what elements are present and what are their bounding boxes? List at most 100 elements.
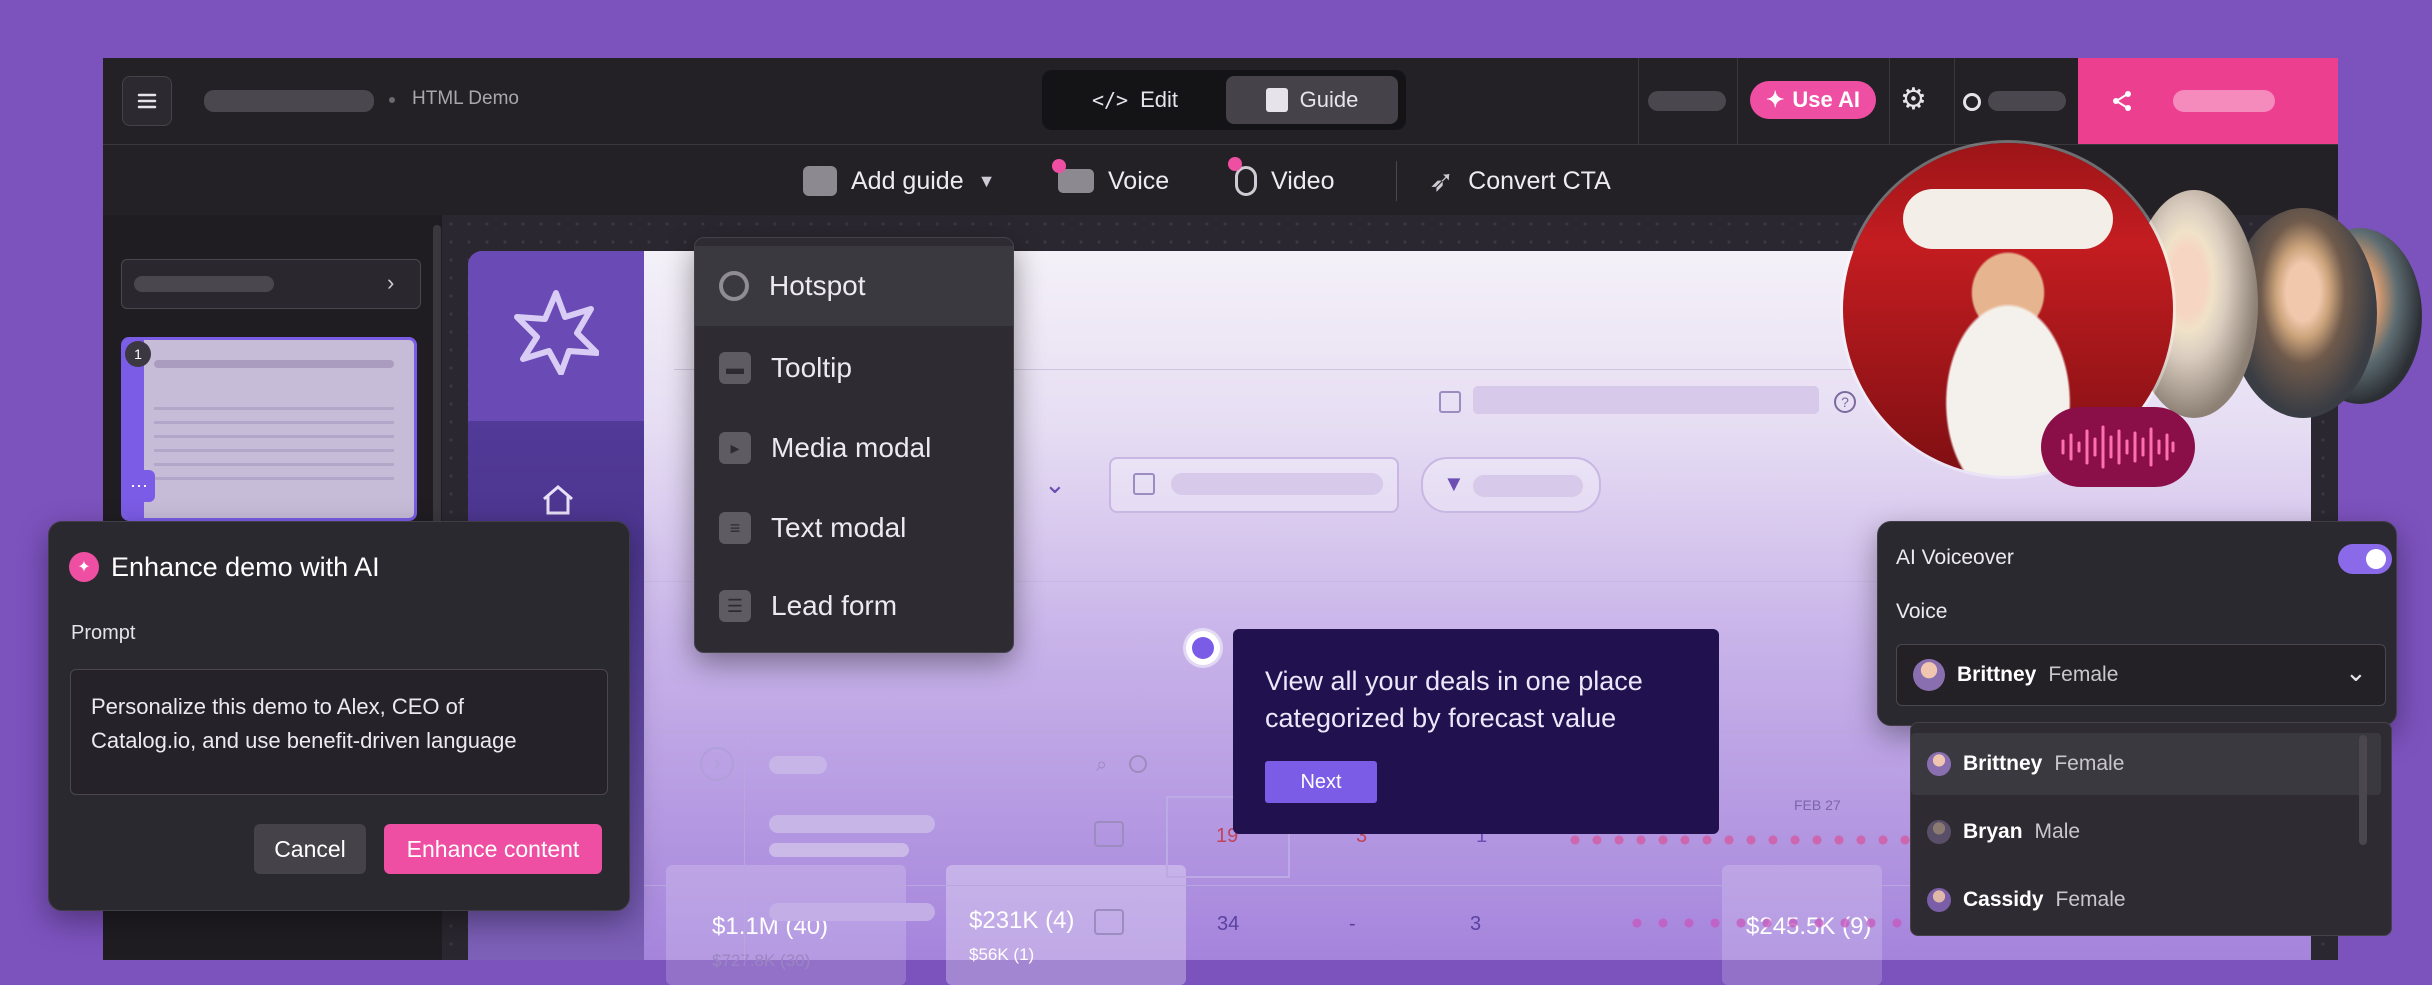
add-guide-button[interactable]: Add guide ▼ — [803, 159, 995, 203]
menu-item-label: Lead form — [771, 590, 898, 621]
gear-icon[interactable]: ⚙ — [1900, 82, 1927, 117]
date-label: FEB 27 — [1794, 797, 1841, 813]
tab-guide-label: Guide — [1299, 87, 1359, 112]
convert-cta-label: Convert CTA — [1468, 166, 1611, 195]
voice-name: Bryan — [1963, 820, 2023, 843]
tab-guide[interactable]: Guide — [1226, 76, 1398, 124]
home-icon[interactable] — [538, 479, 578, 519]
voice-option[interactable]: Cassidy Female — [1911, 869, 2381, 931]
menu-item-media-modal[interactable]: ▸ Media modal — [695, 408, 1013, 488]
help-icon[interactable] — [1129, 755, 1147, 773]
slide-number-badge: 1 — [125, 341, 151, 367]
divider — [1638, 58, 1639, 144]
voice-option[interactable]: Brittney Female — [1911, 733, 2381, 795]
more-options-icon[interactable]: ⋯ — [123, 470, 155, 502]
voice-name: Cassidy — [1963, 888, 2044, 911]
voice-button[interactable]: Voice — [1052, 159, 1169, 203]
hotspot-beacon[interactable] — [1186, 631, 1220, 665]
calendar-icon — [1133, 473, 1155, 495]
app-logo-area — [468, 251, 644, 421]
hat-brim — [1903, 189, 2113, 249]
toggle-knob — [2366, 549, 2386, 569]
menu-item-label: Tooltip — [771, 352, 852, 383]
hotspot-dot — [1192, 637, 1214, 659]
voice-options-list: Brittney Female Bryan Male Cassidy Femal… — [1910, 722, 2392, 936]
preview-placeholder[interactable] — [1988, 91, 2066, 111]
chevron-right-icon: › — [387, 270, 395, 295]
avatar — [1913, 659, 1945, 691]
divider — [1889, 58, 1890, 144]
selected-voice-name: Brittney — [1957, 663, 2037, 686]
filter-placeholder — [1473, 475, 1583, 497]
convert-cta-button[interactable]: ➶ Convert CTA — [1429, 159, 1611, 203]
header-placeholder — [769, 756, 827, 774]
prompt-textarea[interactable]: Personalize this demo to Alex, CEO of Ca… — [70, 669, 608, 795]
share-icon — [2113, 91, 2131, 111]
tab-edit[interactable]: </> Edit — [1048, 76, 1222, 124]
thumbnail-line — [154, 360, 394, 368]
chat-icon — [803, 166, 837, 196]
slide-selector[interactable]: › — [121, 259, 421, 309]
preview-eye-icon[interactable] — [1963, 93, 1981, 111]
voice-gender: Female — [2055, 888, 2126, 911]
voice-option[interactable]: Bryan Male — [1911, 801, 2381, 863]
comment-icon[interactable] — [1094, 909, 1124, 935]
menu-item-text-modal[interactable]: ≡ Text modal — [695, 488, 1013, 568]
use-ai-button[interactable]: ✦ Use AI — [1750, 81, 1876, 119]
demo-title[interactable]: HTML Demo — [412, 88, 519, 110]
guide-icon — [1265, 88, 1288, 112]
guide-tooltip: View all your deals in one place categor… — [1233, 629, 1719, 834]
microphone-icon — [1228, 157, 1257, 196]
menu-button[interactable] — [122, 76, 172, 126]
voice-select[interactable]: Brittney Female ⌄ — [1896, 644, 2386, 706]
list-scrollbar[interactable] — [2359, 735, 2367, 845]
filter-button[interactable]: ▼ — [1421, 457, 1601, 513]
tooltip-text: View all your deals in one place categor… — [1265, 666, 1643, 733]
next-button[interactable]: Next — [1265, 761, 1377, 803]
divider — [1954, 58, 1955, 144]
breadcrumb-placeholder[interactable] — [204, 90, 374, 112]
menu-item-label: Hotspot — [769, 270, 866, 301]
voice-label: Voice — [1896, 600, 1948, 623]
filter-icon: ▼ — [1443, 471, 1465, 496]
voiceover-toggle[interactable] — [2338, 544, 2392, 574]
menu-item-tooltip[interactable]: ▬ Tooltip — [695, 328, 1013, 408]
slide-selector-placeholder — [134, 276, 274, 292]
share-label-placeholder — [2173, 90, 2275, 112]
panel-title: Enhance demo with AI — [111, 552, 380, 582]
menu-item-lead-form[interactable]: ☰ Lead form — [695, 566, 1013, 646]
video-button[interactable]: Video — [1228, 157, 1335, 203]
voice-name: Brittney — [1963, 752, 2043, 775]
hotspot-icon — [719, 271, 749, 301]
divider — [1737, 58, 1738, 144]
expand-icon[interactable]: › — [700, 747, 734, 781]
row-placeholder — [769, 843, 909, 857]
menu-item-label: Media modal — [771, 432, 932, 463]
table-icon — [1439, 391, 1461, 413]
chevron-down-icon[interactable]: ⌄ — [1044, 469, 1066, 500]
video-label: Video — [1271, 166, 1335, 195]
thumbnail-content — [154, 400, 394, 480]
lead-form-icon: ☰ — [719, 590, 751, 622]
help-icon[interactable]: ? — [1834, 391, 1856, 413]
voice-gender: Male — [2034, 820, 2081, 843]
sparkle-icon: ✦ — [1765, 87, 1785, 112]
stat-subvalue: $56K (1) — [969, 945, 1035, 964]
search-icon[interactable]: ⌕ — [1096, 754, 1107, 777]
comment-icon[interactable] — [1094, 821, 1124, 847]
stat-value: $231K (4) — [969, 907, 1075, 934]
menu-item-hotspot[interactable]: Hotspot — [695, 246, 1013, 326]
voice-gender: Female — [2054, 752, 2125, 775]
code-icon: </> — [1091, 88, 1129, 112]
search-placeholder[interactable] — [1473, 386, 1819, 414]
avatar — [1927, 888, 1951, 912]
slide-thumbnail[interactable] — [121, 337, 417, 521]
placeholder-control[interactable] — [1648, 91, 1726, 111]
cell-value: - — [1349, 913, 1356, 935]
cancel-button[interactable]: Cancel — [254, 824, 366, 874]
voiceover-label: AI Voiceover — [1896, 546, 2014, 569]
date-filter[interactable] — [1109, 457, 1399, 513]
share-button[interactable] — [2078, 58, 2338, 144]
enhance-content-button[interactable]: Enhance content — [384, 824, 602, 874]
voice-waveform-badge — [2041, 407, 2195, 487]
